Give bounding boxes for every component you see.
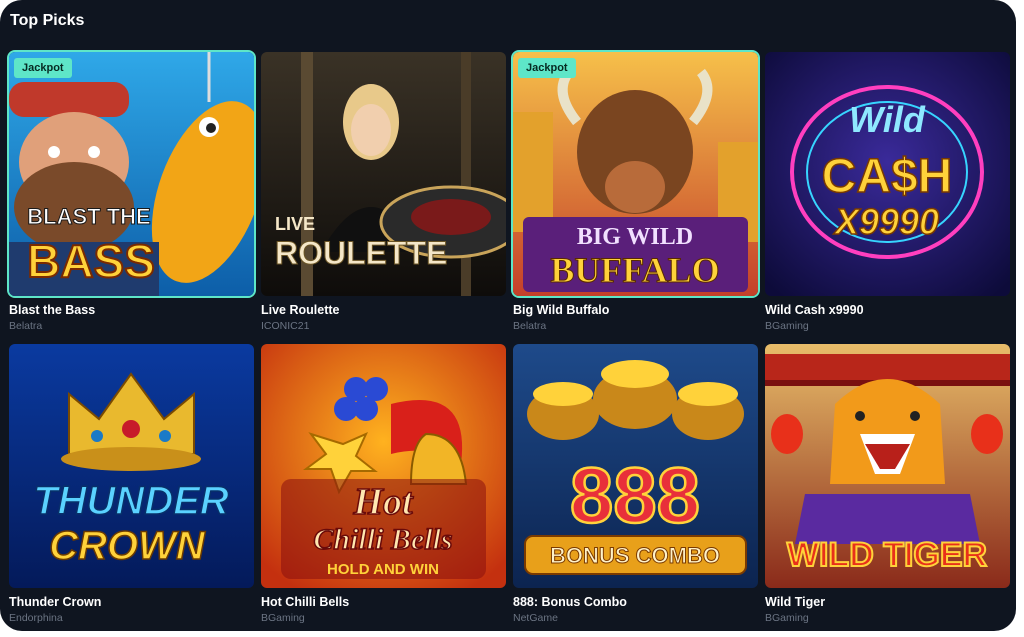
neon-dollar-icon: Wild CA$H X9990 (765, 52, 1010, 296)
game-thumbnail[interactable]: BIG WILD BUFFALO Jackpot (513, 52, 758, 296)
crown-icon: THUNDER CROWN (9, 344, 254, 588)
art-title-line-2: CROWN (49, 524, 206, 568)
game-provider: BGaming (765, 320, 809, 332)
game-provider: BGaming (765, 612, 809, 624)
art-title-line-1: BIG WILD (577, 224, 693, 250)
game-title[interactable]: Wild Tiger (765, 595, 825, 609)
game-provider: NetGame (513, 612, 558, 624)
game-card-888-bonus-combo[interactable]: 888 BONUS COMBO 888: Bonus Combo NetGame (513, 344, 758, 631)
game-thumbnail[interactable]: Wild CA$H X9990 (765, 52, 1010, 296)
game-title[interactable]: Live Roulette (261, 303, 340, 317)
gold-pots-icon: 888 BONUS COMBO (513, 344, 758, 588)
game-card-blast-the-bass[interactable]: BLAST THE BASS Jackpot Blast the Bass Be… (9, 52, 254, 342)
art-title-line-3: X9990 (833, 201, 939, 242)
game-title[interactable]: Big Wild Buffalo (513, 303, 609, 317)
game-title[interactable]: 888: Bonus Combo (513, 595, 627, 609)
game-card-hot-chilli-bells[interactable]: Hot Chilli Bells HOLD AND WIN Hot Chilli… (261, 344, 506, 631)
game-provider: BGaming (261, 612, 305, 624)
game-thumbnail[interactable]: THUNDER CROWN (9, 344, 254, 588)
fisherman-fish-icon: BLAST THE BASS (9, 52, 254, 296)
art-title-line-1: Hot (352, 481, 414, 523)
game-thumbnail[interactable]: LIVE ROULETTE (261, 52, 506, 296)
art-title-line-1: THUNDER (33, 479, 229, 523)
art-title-line-1: WILD TIGER (787, 536, 987, 574)
section-title: Top Picks (10, 12, 85, 29)
art-title-line-2: CA$H (822, 150, 953, 203)
tiger-icon: WILD TIGER (765, 344, 1010, 588)
game-card-thunder-crown[interactable]: THUNDER CROWN Thunder Crown Endorphina (9, 344, 254, 631)
game-card-live-roulette[interactable]: LIVE ROULETTE Live Roulette ICONIC21 (261, 52, 506, 342)
art-title-line-1: BLAST THE (27, 204, 150, 229)
game-thumbnail[interactable]: 888 BONUS COMBO (513, 344, 758, 588)
art-title-line-1: LIVE (275, 214, 315, 234)
game-title[interactable]: Blast the Bass (9, 303, 95, 317)
game-thumbnail[interactable]: Hot Chilli Bells HOLD AND WIN (261, 344, 506, 588)
chilli-bell-icon: Hot Chilli Bells HOLD AND WIN (261, 344, 506, 588)
art-title-line-2: BONUS COMBO (550, 543, 720, 568)
game-provider: ICONIC21 (261, 320, 310, 332)
game-provider: Belatra (9, 320, 43, 332)
game-thumbnail[interactable]: WILD TIGER (765, 344, 1010, 588)
art-title-line-3: HOLD AND WIN (327, 561, 439, 578)
game-card-wild-cash-x9990[interactable]: Wild CA$H X9990 Wild Cash x9990 BGaming (765, 52, 1010, 342)
game-title[interactable]: Hot Chilli Bells (261, 595, 349, 609)
game-card-big-wild-buffalo[interactable]: BIG WILD BUFFALO Jackpot Big Wild Buffal… (513, 52, 758, 342)
art-title-line-2: BUFFALO (550, 250, 719, 290)
game-provider: Endorphina (9, 612, 63, 624)
art-title-line-2: BASS (27, 235, 155, 287)
game-title[interactable]: Thunder Crown (9, 595, 101, 609)
art-title-line-1: Wild (849, 99, 926, 140)
art-title-line-2: Chilli Bells (313, 523, 452, 556)
art-title-line-1: 888 (570, 451, 700, 539)
art-title-line-2: ROULETTE (275, 235, 447, 271)
top-picks-panel: Top Picks BLAST THE BASS Jackpot Blast t… (0, 0, 1016, 631)
game-provider: Belatra (513, 320, 547, 332)
roulette-dealer-icon: LIVE ROULETTE (261, 52, 506, 296)
buffalo-icon: BIG WILD BUFFALO (513, 52, 758, 296)
game-title[interactable]: Wild Cash x9990 (765, 303, 864, 317)
jackpot-badge: Jackpot (518, 58, 576, 78)
jackpot-badge: Jackpot (14, 58, 72, 78)
game-card-wild-tiger[interactable]: WILD TIGER Wild Tiger BGaming (765, 344, 1010, 631)
game-thumbnail[interactable]: BLAST THE BASS Jackpot (9, 52, 254, 296)
